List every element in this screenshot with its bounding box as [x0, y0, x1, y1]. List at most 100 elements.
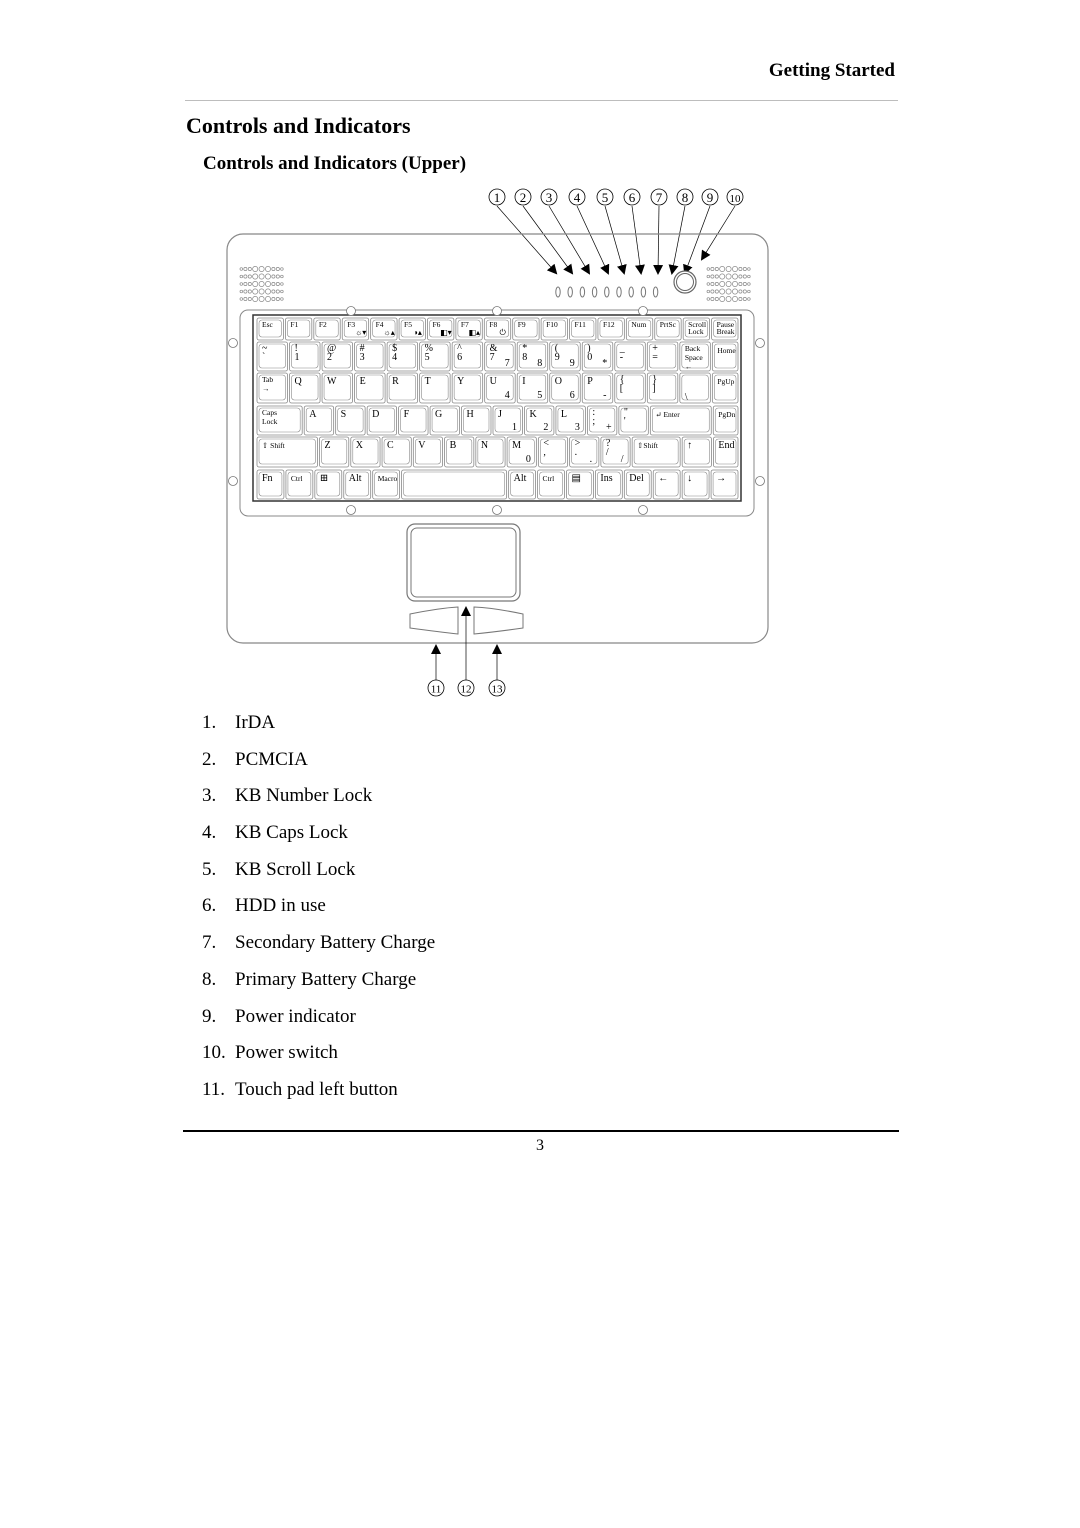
power-switch[interactable] — [673, 270, 697, 294]
key[interactable]: G — [429, 405, 460, 436]
key[interactable]: #3 — [354, 341, 386, 372]
key[interactable]: &77 — [484, 341, 516, 372]
key[interactable]: :;+ — [586, 405, 618, 436]
key[interactable]: )0* — [581, 341, 614, 372]
key[interactable]: @2 — [321, 341, 353, 372]
key[interactable]: ↵ Enter — [649, 405, 712, 436]
key[interactable]: (99 — [549, 341, 581, 372]
key[interactable]: ⇧Shift — [631, 436, 681, 468]
key[interactable]: Z — [319, 436, 350, 468]
key[interactable]: F11 — [569, 317, 597, 341]
key[interactable]: Ctrl — [285, 469, 314, 500]
key[interactable]: $4 — [386, 341, 419, 372]
callout-number: 12 — [461, 684, 472, 696]
key[interactable]: V — [412, 436, 443, 468]
key[interactable]: PauseBreak — [711, 317, 739, 341]
speaker-hole — [706, 282, 710, 286]
speaker-hole — [243, 282, 248, 286]
key[interactable]: *88 — [516, 341, 549, 372]
key[interactable]: ?// — [600, 436, 631, 468]
key[interactable]: F2 — [313, 317, 341, 341]
key[interactable]: ⇧ Shift — [256, 436, 318, 468]
key[interactable]: F3☼▾ — [341, 317, 370, 341]
key[interactable]: += — [646, 341, 679, 372]
key[interactable]: A — [303, 405, 335, 436]
key[interactable]: Home — [711, 341, 739, 372]
key[interactable]: D — [366, 405, 397, 436]
key[interactable]: Y — [451, 372, 484, 404]
key[interactable]: R — [386, 372, 419, 404]
key[interactable]: Del — [623, 469, 652, 500]
key[interactable]: ▤ — [566, 469, 594, 500]
key[interactable]: J1 — [492, 405, 523, 436]
key[interactable]: Ctrl — [537, 469, 565, 500]
key[interactable]: U4 — [484, 372, 516, 404]
key[interactable]: T — [419, 372, 451, 404]
key[interactable]: F5◑▴ — [398, 317, 426, 341]
key[interactable]: PrtSc — [654, 317, 682, 341]
key[interactable]: X — [350, 436, 381, 468]
key[interactable]: I5 — [516, 372, 549, 404]
key[interactable]: %5 — [419, 341, 451, 372]
key[interactable]: N — [475, 436, 506, 468]
key[interactable]: M0 — [506, 436, 537, 468]
key[interactable]: ^6 — [451, 341, 484, 372]
key[interactable]: BackSpace← — [679, 341, 711, 372]
key[interactable]: H — [461, 405, 492, 436]
key[interactable]: Esc — [256, 317, 284, 341]
key[interactable]: ↑ — [681, 436, 712, 468]
key[interactable]: K2 — [524, 405, 555, 436]
key[interactable]: \ — [679, 372, 711, 404]
key[interactable]: <, — [537, 436, 569, 468]
key[interactable]: S — [335, 405, 366, 436]
key[interactable]: ~` — [256, 341, 288, 372]
key[interactable]: L3 — [555, 405, 586, 436]
key[interactable]: Macro — [372, 469, 401, 500]
key[interactable]: PgDn — [712, 405, 739, 436]
key[interactable]: ← — [652, 469, 681, 500]
key[interactable]: }] — [646, 372, 679, 404]
speaker-hole — [247, 297, 252, 301]
screw — [755, 338, 765, 348]
key[interactable]: F8⏻ — [483, 317, 512, 341]
key[interactable]: {[ — [614, 372, 646, 404]
key[interactable]: → — [710, 469, 739, 500]
key[interactable]: Alt — [508, 469, 536, 500]
key[interactable]: E — [354, 372, 386, 404]
key[interactable]: C — [381, 436, 412, 468]
key[interactable]: F10 — [540, 317, 568, 341]
key[interactable] — [401, 469, 508, 500]
key[interactable]: "' — [618, 405, 649, 436]
key[interactable]: >.. — [569, 436, 600, 468]
key[interactable]: Num — [625, 317, 654, 341]
legend-item-number: 9. — [202, 1005, 217, 1027]
key[interactable]: ⊞ — [314, 469, 343, 500]
key[interactable]: Fn — [256, 469, 285, 500]
key[interactable]: ↓ — [681, 469, 710, 500]
key[interactable]: End — [713, 436, 739, 468]
key[interactable]: P- — [581, 372, 614, 404]
key[interactable]: ScrollLock — [682, 317, 710, 341]
touchpad[interactable] — [406, 523, 521, 602]
key[interactable]: F9 — [512, 317, 540, 341]
key[interactable]: O6 — [549, 372, 581, 404]
key[interactable]: _- — [614, 341, 646, 372]
key[interactable]: Ins — [594, 469, 623, 500]
key[interactable]: F4☼▴ — [370, 317, 398, 341]
touchpad-right-button[interactable] — [473, 606, 524, 635]
key[interactable]: F7◧▴ — [455, 317, 483, 341]
touchpad-left-button[interactable] — [409, 606, 459, 635]
key[interactable]: F1 — [285, 317, 313, 341]
key[interactable]: CapsLock — [256, 405, 303, 436]
key[interactable]: F12 — [597, 317, 625, 341]
key[interactable]: W — [321, 372, 353, 404]
key[interactable]: !1 — [289, 341, 321, 372]
key[interactable]: Q — [289, 372, 321, 404]
key[interactable]: PgUp — [711, 372, 739, 404]
key[interactable]: Tab→ — [256, 372, 288, 404]
key[interactable]: B — [444, 436, 475, 468]
speaker-hole — [275, 282, 280, 286]
key[interactable]: F — [398, 405, 429, 436]
key[interactable]: F6◧▾ — [427, 317, 455, 341]
key[interactable]: Alt — [343, 469, 372, 500]
